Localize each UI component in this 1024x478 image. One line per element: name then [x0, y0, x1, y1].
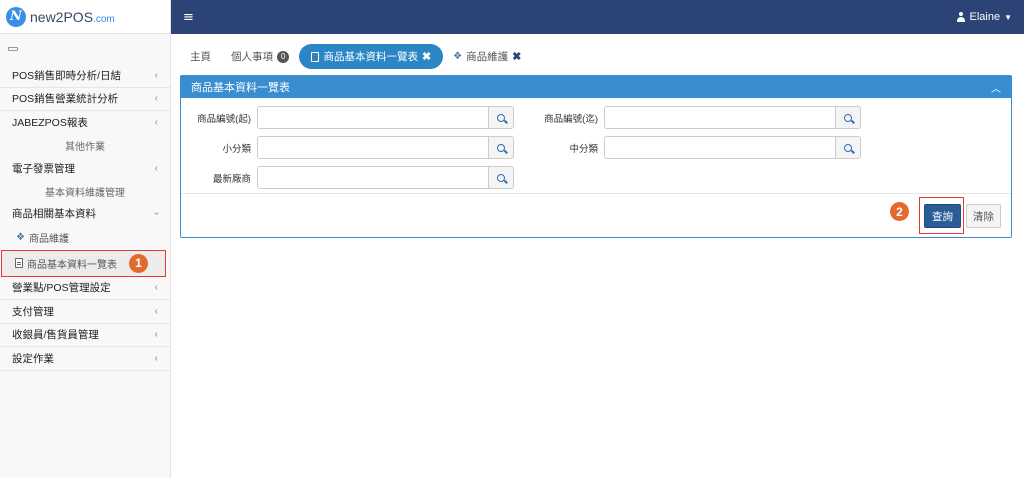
- sidebar-collapse-toggle[interactable]: [0, 34, 170, 64]
- clear-button[interactable]: 清除: [966, 204, 1001, 228]
- search-panel: 商品基本資料一覽表 ︿ 商品編號(起) 商品編號(迄) 小分類 中分類 最新廠商: [180, 75, 1012, 238]
- sidebar-subitem-basic-data[interactable]: 基本資料維護管理: [0, 180, 170, 202]
- step-marker-2: 2: [890, 202, 909, 221]
- sidebar-subitem-product-maintain[interactable]: ❖ 商品維護: [0, 226, 170, 250]
- code-to-input[interactable]: [604, 106, 835, 129]
- sidebar-item-settings[interactable]: 設定作業 ‹: [0, 347, 170, 371]
- sidebar-item-product-basic[interactable]: 商品相關基本資料 ‹: [0, 202, 170, 226]
- search-icon: [497, 143, 505, 152]
- sidebar-item-jabez-reports[interactable]: JABEZPOS報表 ‹: [0, 111, 170, 135]
- cubes-icon: ❖: [453, 51, 463, 62]
- mid-category-input[interactable]: [604, 136, 835, 159]
- caret-down-icon: ▼: [1004, 12, 1012, 22]
- chevron-left-icon: ‹: [154, 162, 158, 174]
- sub-category-lookup-button[interactable]: [488, 136, 514, 159]
- search-icon: [497, 173, 505, 182]
- user-name: Elaine: [969, 11, 1001, 23]
- search-form: 商品編號(起) 商品編號(迄) 小分類 中分類 最新廠商: [181, 98, 1011, 194]
- document-icon: [15, 258, 23, 268]
- logo-badge: N: [6, 6, 26, 27]
- user-icon: [956, 12, 966, 22]
- field-label: 商品編號(迄): [544, 113, 598, 125]
- chevron-left-icon: ‹: [154, 69, 158, 81]
- sub-category-input[interactable]: [257, 136, 488, 159]
- logo[interactable]: N new2POS.com: [0, 0, 170, 34]
- code-to-lookup-button[interactable]: [835, 106, 861, 129]
- close-icon[interactable]: ✖: [512, 50, 521, 63]
- sidebar-subitem-product-list[interactable]: 商品基本資料一覽表 1: [1, 249, 166, 277]
- sidebar-item-cashier[interactable]: 收銀員/售貨員管理 ‹: [0, 324, 170, 347]
- user-menu[interactable]: Elaine ▼: [956, 11, 1012, 23]
- sidebar-item-payment[interactable]: 支付管理 ‹: [0, 300, 170, 324]
- search-icon: [497, 113, 505, 122]
- panel-title: 商品基本資料一覽表: [191, 82, 290, 94]
- count-badge: 0: [277, 50, 290, 63]
- field-label: 小分類: [222, 143, 251, 155]
- panel-footer: 2 查詢 清除: [181, 194, 1011, 238]
- field-label: 最新廠商: [212, 173, 251, 185]
- step-marker-1: 1: [129, 253, 148, 273]
- sidebar-item-store-pos[interactable]: 營業點/POS管理設定 ‹: [0, 277, 170, 300]
- tab-product-list[interactable]: 商品基本資料一覽表 ✖: [299, 44, 444, 69]
- sidebar-item-pos-realtime[interactable]: POS銷售即時分析/日結 ‹: [0, 64, 170, 88]
- chevron-up-icon[interactable]: ︿: [991, 80, 1001, 95]
- mid-category-lookup-button[interactable]: [835, 136, 861, 159]
- chevron-left-icon: ‹: [154, 352, 158, 364]
- tab-personal[interactable]: 個人事項 0: [221, 44, 299, 69]
- search-icon: [844, 113, 852, 122]
- chevron-down-icon: ‹: [150, 212, 162, 216]
- hamburger-menu-icon[interactable]: ≡: [183, 10, 194, 25]
- chevron-left-icon: ‹: [154, 282, 158, 294]
- sidebar-item-pos-stats[interactable]: POS銷售營業統計分析 ‹: [0, 88, 170, 111]
- code-from-lookup-button[interactable]: [488, 106, 514, 129]
- cubes-icon: ❖: [16, 232, 25, 243]
- tab-home[interactable]: 主頁: [180, 44, 221, 69]
- close-icon[interactable]: ✖: [422, 50, 431, 63]
- chevron-left-icon: ‹: [154, 305, 158, 317]
- topbar: ≡ Elaine ▼: [171, 0, 1024, 34]
- code-from-input[interactable]: [257, 106, 488, 129]
- sidebar: N new2POS.com POS銷售即時分析/日結 ‹ POS銷售營業統計分析 ‹…: [0, 0, 171, 478]
- sidebar-item-einvoice[interactable]: 電子發票管理 ‹: [0, 157, 170, 181]
- chevron-left-icon: ‹: [154, 93, 158, 105]
- field-label: 中分類: [569, 143, 598, 155]
- collapse-icon: [8, 47, 18, 51]
- chevron-left-icon: ‹: [154, 329, 158, 341]
- chevron-left-icon: ‹: [154, 117, 158, 129]
- search-icon: [844, 143, 852, 152]
- latest-vendor-input[interactable]: [257, 166, 488, 189]
- tab-product-maintain[interactable]: ❖ 商品維護 ✖: [443, 44, 531, 69]
- logo-text: new2POS.com: [30, 8, 115, 25]
- field-label: 商品編號(起): [197, 113, 251, 125]
- sidebar-subitem-other[interactable]: 其他作業: [0, 135, 170, 157]
- panel-header: 商品基本資料一覽表 ︿: [181, 76, 1011, 98]
- query-button[interactable]: 查詢: [924, 204, 961, 228]
- tab-bar: 主頁 個人事項 0 商品基本資料一覽表 ✖ ❖ 商品維護 ✖: [180, 42, 531, 71]
- latest-vendor-lookup-button[interactable]: [488, 166, 514, 189]
- document-icon: [311, 51, 320, 62]
